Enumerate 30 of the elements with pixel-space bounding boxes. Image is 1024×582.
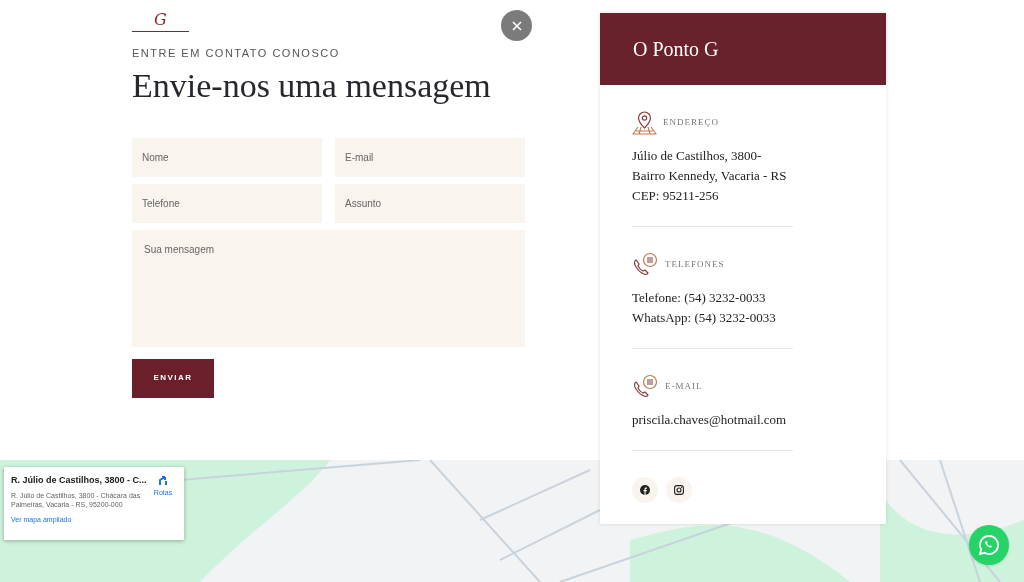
place-title: R. Júlio de Castilhos, 3800 - C... <box>11 474 145 487</box>
input-field[interactable]: E-mail <box>335 137 525 177</box>
section-eyebrow: ENTRE EM CONTATO CONOSCO <box>132 46 341 61</box>
facebook-link[interactable] <box>632 477 658 503</box>
card-title: O Ponto G <box>633 37 719 62</box>
message-field[interactable]: Sua mensagem <box>132 229 525 347</box>
close-icon <box>511 20 522 31</box>
contact-text: priscila.chaves@hotmail.com <box>632 411 788 429</box>
section-label: TELEFONES <box>665 257 725 271</box>
directions-icon <box>157 474 169 486</box>
contact-text: Bairro Kennedy, Vacaria - RS <box>632 167 788 185</box>
phone-chat-icon <box>632 374 659 399</box>
phone-chat-icon <box>632 252 659 277</box>
contact-text: CEP: 95211-256 <box>632 187 720 205</box>
logo[interactable]: G <box>132 10 189 32</box>
contact-text: Telefone: (54) 3232-0033 <box>632 289 767 307</box>
contact-text: Júlio de Castilhos, 3800- <box>632 147 763 165</box>
send-button[interactable]: ENVIAR <box>132 358 214 398</box>
section-label: E-MAIL <box>665 379 703 393</box>
input-field[interactable]: Assunto <box>335 183 525 223</box>
facebook-icon <box>640 485 650 495</box>
map-pin-icon <box>632 110 657 135</box>
instagram-icon <box>674 485 684 495</box>
input-field[interactable]: Telefone <box>132 183 322 223</box>
section-label: ENDEREÇO <box>663 115 719 129</box>
whatsapp-icon <box>978 534 1000 556</box>
contact-text: WhatsApp: (54) 3232-0033 <box>632 309 777 327</box>
page-heading: Envie-nos uma mensagem <box>132 65 492 106</box>
instagram-link[interactable] <box>666 477 692 503</box>
input-field[interactable]: Nome <box>132 137 322 177</box>
